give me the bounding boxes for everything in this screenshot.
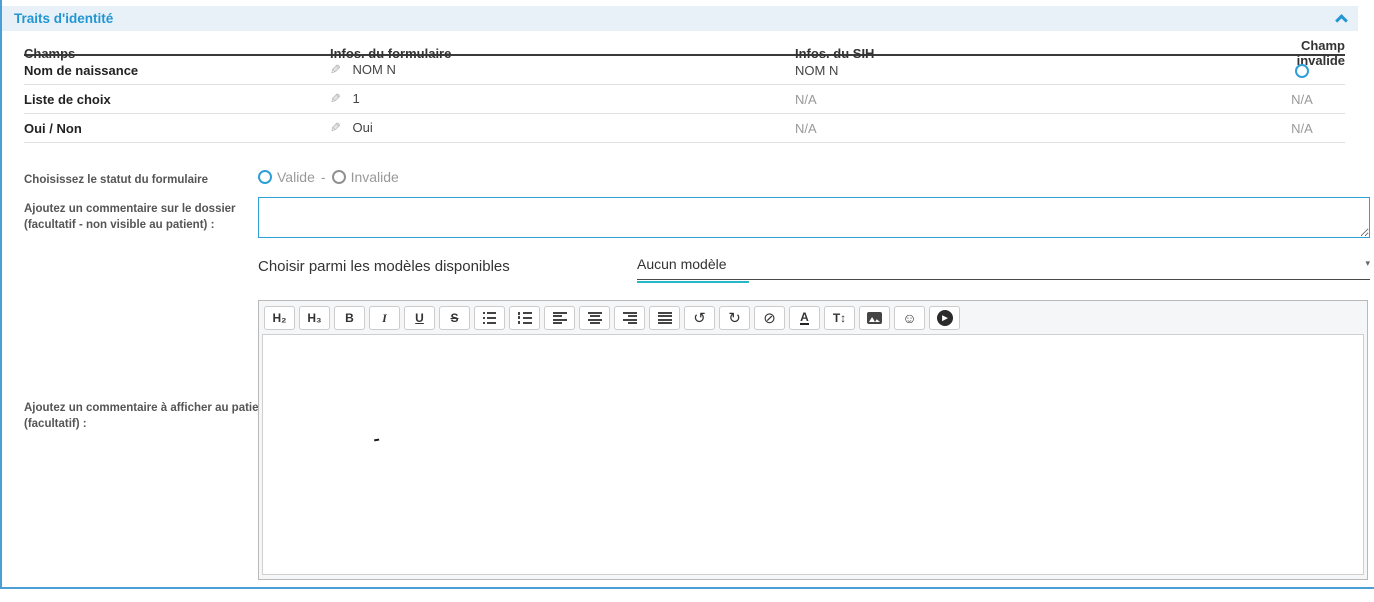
justify-icon <box>658 312 672 324</box>
heading-3-icon: H₃ <box>307 311 321 325</box>
undo-button[interactable]: ↺ <box>684 306 715 330</box>
strikethrough-icon: S <box>450 311 458 325</box>
edit-pencil-icon[interactable]: ✎ <box>330 91 341 107</box>
patient-comment-editor[interactable] <box>262 334 1364 575</box>
panel-bottom-border <box>0 587 1374 589</box>
justify-button[interactable] <box>649 306 680 330</box>
champ-invalide-radio[interactable] <box>1295 64 1309 78</box>
radio-option-valide[interactable]: Valide <box>258 169 315 185</box>
valide-label: Valide <box>277 169 315 185</box>
font-size-icon: T↕ <box>833 311 846 325</box>
heading-2-button[interactable]: H₂ <box>264 306 295 330</box>
field-label: Oui / Non <box>24 121 330 136</box>
panel-left-border <box>0 0 2 589</box>
clear-format-button[interactable]: ⊘ <box>754 306 785 330</box>
template-selected-value: Aucun modèle <box>637 252 727 272</box>
col-header-champs: Champs <box>24 46 330 61</box>
form-value: 1 <box>353 91 360 106</box>
redo-icon: ↻ <box>728 309 741 327</box>
status-radio-group: Valide - Invalide <box>258 169 399 185</box>
heading-3-button[interactable]: H₃ <box>299 306 330 330</box>
sih-value: N/A <box>795 92 1259 107</box>
align-left-button[interactable] <box>544 306 575 330</box>
strikethrough-button[interactable]: S <box>439 306 470 330</box>
align-right-icon <box>623 312 637 324</box>
undo-icon: ↺ <box>693 309 706 327</box>
emoji-button[interactable]: ☺ <box>894 306 925 330</box>
field-label: Nom de naissance <box>24 63 330 78</box>
sih-value: N/A <box>795 121 1259 136</box>
table-row: Liste de choix ✎ 1 N/A N/A <box>24 85 1345 114</box>
italic-button[interactable]: I <box>369 306 400 330</box>
image-button[interactable] <box>859 306 890 330</box>
panel-header: Traits d'identité <box>2 6 1358 31</box>
unordered-list-icon <box>483 312 496 324</box>
form-value: NOM N <box>353 62 396 77</box>
form-value: Oui <box>353 120 373 135</box>
panel-title: Traits d'identité <box>14 11 113 26</box>
ordered-list-icon <box>518 312 532 324</box>
col-header-infos-formulaire: Infos. du formulaire <box>330 46 795 61</box>
heading-2-icon: H₂ <box>273 311 287 325</box>
redo-button[interactable]: ↻ <box>719 306 750 330</box>
bold-button[interactable]: B <box>334 306 365 330</box>
table-header-row: Champs Infos. du formulaire Infos. du SI… <box>24 38 1345 56</box>
invalide-value: N/A <box>1259 92 1345 107</box>
media-button[interactable]: ▶ <box>929 306 960 330</box>
collapse-chevron-up-icon[interactable] <box>1335 14 1348 27</box>
status-label: Choisissez le statut du formulaire <box>24 172 208 188</box>
ordered-list-button[interactable] <box>509 306 540 330</box>
align-left-icon <box>553 312 567 324</box>
image-icon <box>867 312 882 324</box>
text-caret-mark <box>374 437 380 442</box>
template-select[interactable]: Aucun modèle ▾ <box>637 252 1370 280</box>
invalide-value: N/A <box>1259 121 1345 136</box>
align-right-button[interactable] <box>614 306 645 330</box>
field-label: Liste de choix <box>24 92 330 107</box>
table-row: Oui / Non ✎ Oui N/A N/A <box>24 114 1345 143</box>
text-color-icon: A <box>800 311 809 325</box>
dossier-comment-textarea[interactable] <box>258 197 1370 238</box>
radio-separator: - <box>321 169 326 185</box>
valide-radio-icon <box>258 170 272 184</box>
align-center-button[interactable] <box>579 306 610 330</box>
template-select-label: Choisir parmi les modèles disponibles <box>258 258 510 275</box>
emoji-icon: ☺ <box>902 310 916 326</box>
col-header-infos-sih: Infos. du SIH <box>795 46 1259 61</box>
media-icon: ▶ <box>937 310 953 326</box>
patient-comment-label: Ajoutez un commentaire à afficher au pat… <box>24 400 269 432</box>
italic-icon: I <box>382 311 387 326</box>
rich-text-editor: H₂ H₃ B I U S ↺ ↻ ⊘ A T↕ ☺ ▶ <box>258 300 1368 580</box>
align-center-icon <box>588 312 602 324</box>
dropdown-arrow-icon: ▾ <box>1365 252 1370 269</box>
bold-icon: B <box>345 311 354 325</box>
sih-value: NOM N <box>795 63 1259 78</box>
invalide-radio-icon <box>332 170 346 184</box>
underline-icon: U <box>415 311 424 325</box>
radio-option-invalide[interactable]: Invalide <box>332 169 399 185</box>
invalide-label: Invalide <box>351 169 399 185</box>
dossier-comment-label: Ajoutez un commentaire sur le dossier (f… <box>24 201 236 233</box>
text-color-button[interactable]: A <box>789 306 820 330</box>
edit-pencil-icon[interactable]: ✎ <box>330 120 341 136</box>
clear-format-icon: ⊘ <box>763 309 776 327</box>
identity-table: Champs Infos. du formulaire Infos. du SI… <box>24 38 1345 143</box>
unordered-list-button[interactable] <box>474 306 505 330</box>
edit-pencil-icon[interactable]: ✎ <box>330 62 341 78</box>
select-focus-underline <box>637 281 749 283</box>
editor-toolbar: H₂ H₃ B I U S ↺ ↻ ⊘ A T↕ ☺ ▶ <box>259 301 1367 334</box>
identity-traits-panel: Traits d'identité Champs Infos. du formu… <box>0 0 1374 602</box>
font-size-button[interactable]: T↕ <box>824 306 855 330</box>
underline-button[interactable]: U <box>404 306 435 330</box>
